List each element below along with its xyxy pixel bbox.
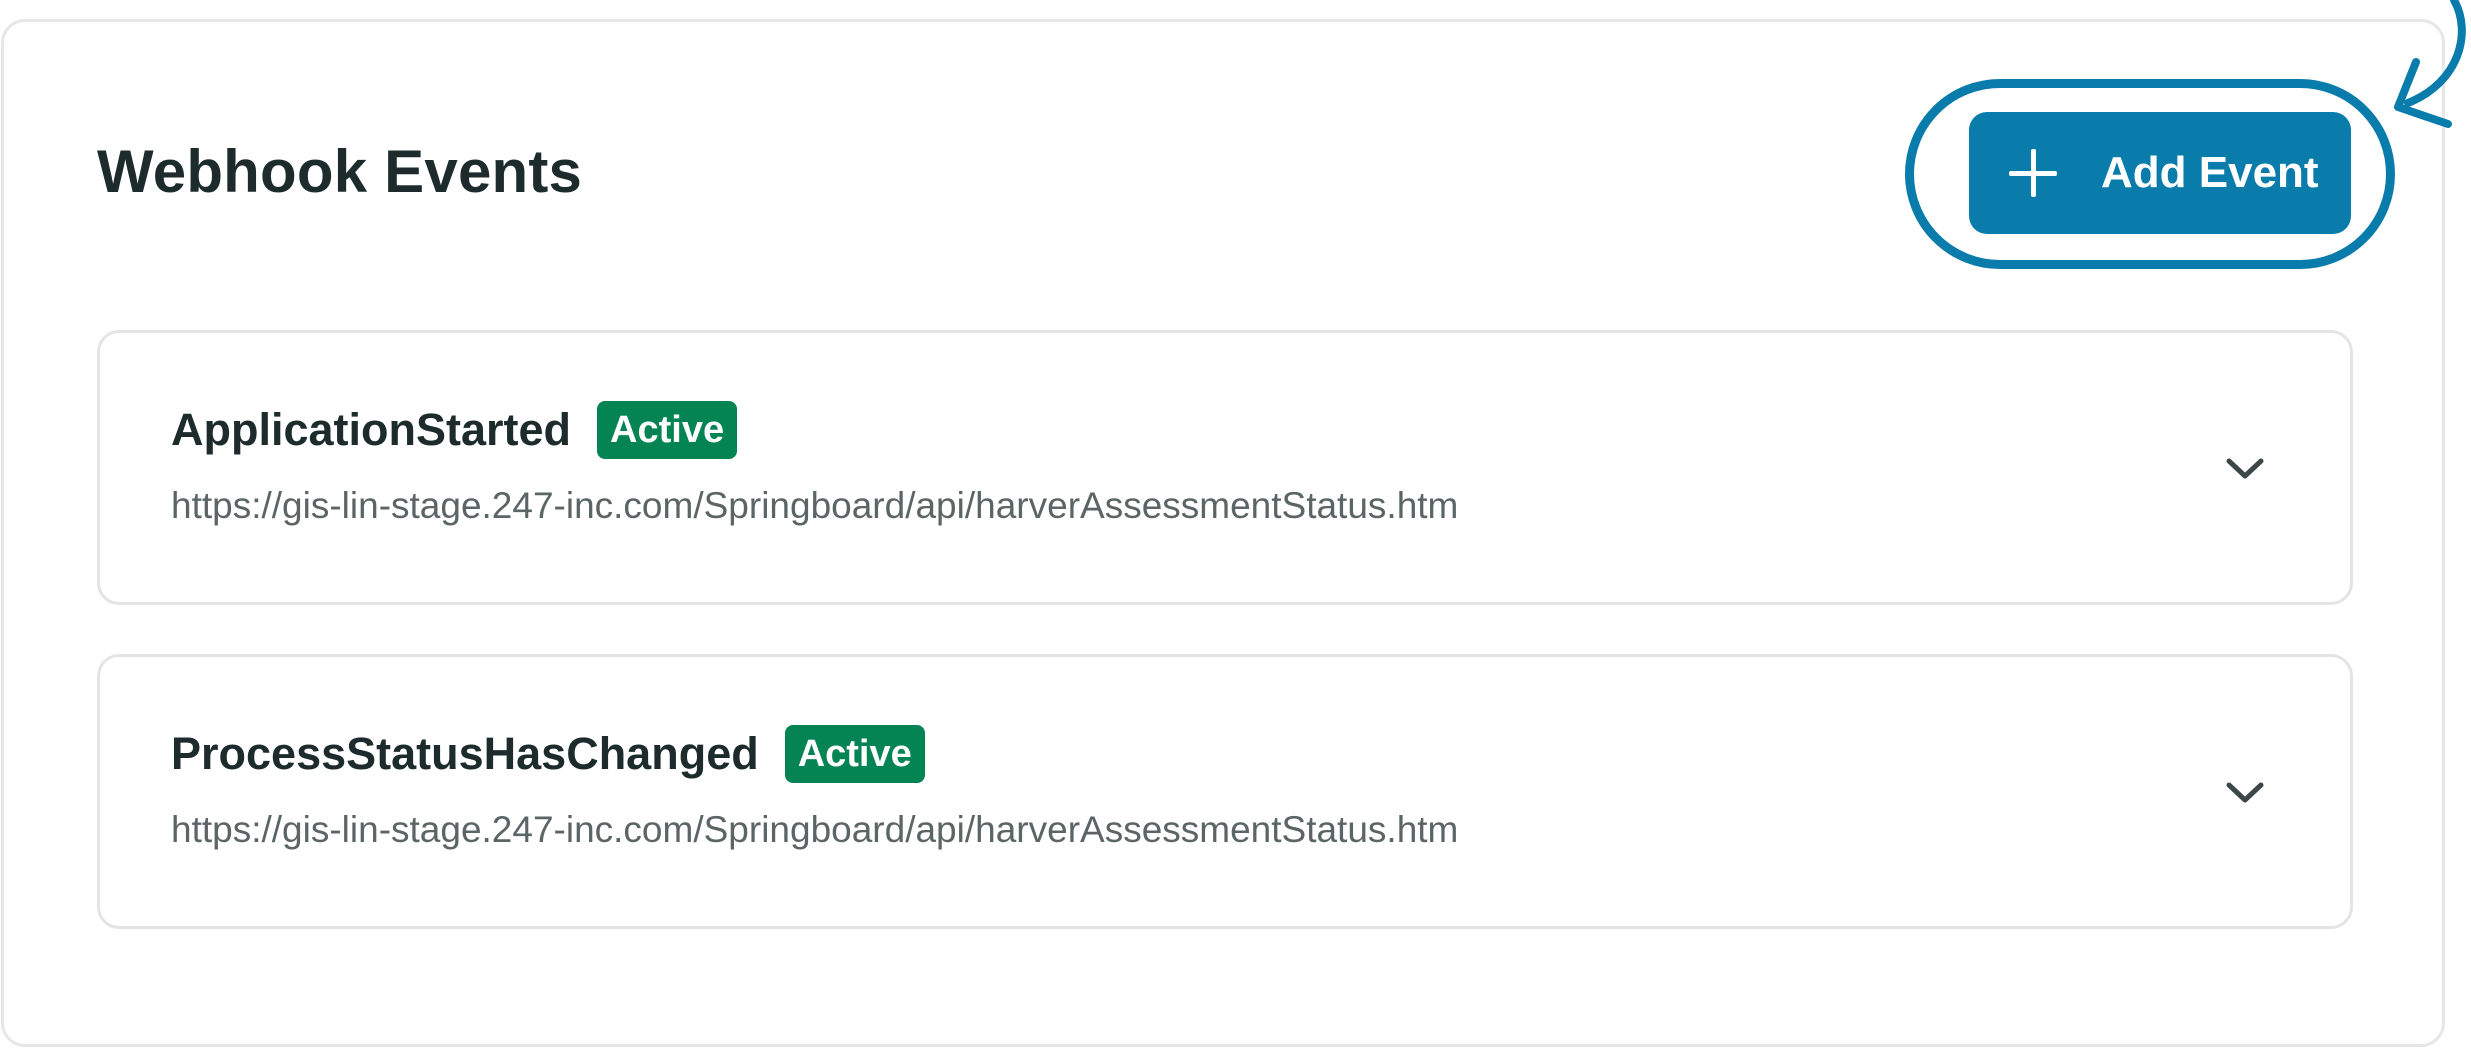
plus-icon xyxy=(2009,149,2057,197)
event-card-process-status-has-changed[interactable]: ProcessStatusHasChanged Active https://g… xyxy=(97,654,2353,929)
event-header: ApplicationStarted Active xyxy=(171,401,738,459)
status-badge: Active xyxy=(597,401,738,459)
status-badge: Active xyxy=(784,725,925,783)
event-url: https://gis-lin-stage.247-inc.com/Spring… xyxy=(171,485,1459,526)
event-header: ProcessStatusHasChanged Active xyxy=(171,725,925,783)
chevron-down-icon[interactable] xyxy=(2225,457,2265,481)
page-title: Webhook Events xyxy=(97,138,583,205)
event-card-application-started[interactable]: ApplicationStarted Active https://gis-li… xyxy=(97,330,2353,605)
chevron-down-icon[interactable] xyxy=(2225,781,2265,805)
event-url: https://gis-lin-stage.247-inc.com/Spring… xyxy=(171,809,1459,850)
add-event-button-label: Add Event xyxy=(2101,148,2319,197)
event-name: ProcessStatusHasChanged xyxy=(171,728,759,779)
annotation-arrow-icon xyxy=(2394,0,2466,128)
add-event-button[interactable]: Add Event xyxy=(1969,112,2351,234)
event-name: ApplicationStarted xyxy=(171,404,572,455)
page: Webhook Events Add Event ApplicationStar… xyxy=(0,0,2471,1050)
